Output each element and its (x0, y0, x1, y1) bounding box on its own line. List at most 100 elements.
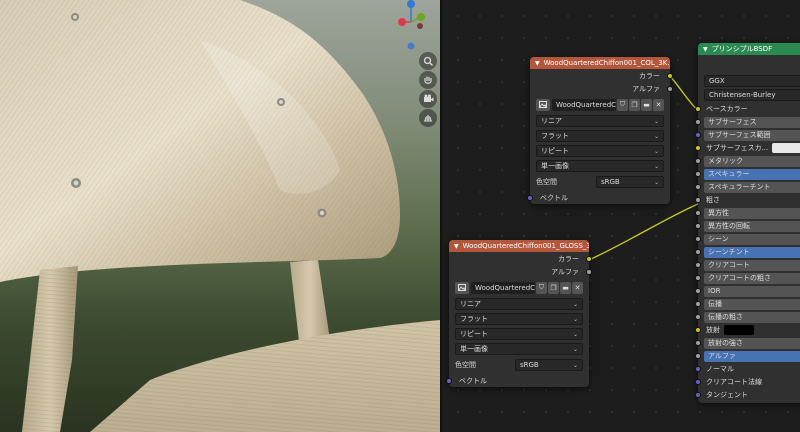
projection-dropdown[interactable]: フラット ⌄ (455, 313, 583, 325)
color-space-dropdown[interactable]: sRGB ⌄ (515, 359, 583, 371)
input-socket[interactable] (695, 223, 701, 229)
color-swatch[interactable] (724, 325, 754, 335)
input-socket[interactable] (695, 197, 701, 203)
bsdf-input-label: 伝播 (704, 298, 800, 310)
input-socket[interactable] (527, 194, 533, 201)
bsdf-input-row[interactable]: クリアコートの粗さ (695, 272, 800, 284)
image-selector[interactable]: WoodQuarteredC... ⛉ ❐ ▬ ✕ (455, 280, 583, 295)
interpolation-dropdown[interactable]: リニア ⌄ (455, 298, 583, 310)
bsdf-input-row[interactable]: 粗さ (695, 194, 800, 206)
input-socket[interactable] (695, 171, 701, 177)
node-header[interactable]: ▼ プリンシプルBSDF (698, 43, 800, 55)
projection-dropdown[interactable]: フラット ⌄ (536, 130, 664, 142)
input-socket[interactable] (695, 236, 701, 242)
open-folder-icon[interactable]: ▬ (560, 281, 571, 294)
input-socket[interactable] (695, 158, 701, 164)
subsurface-method-dropdown[interactable]: Christensen-Burley (704, 89, 800, 101)
input-socket[interactable] (695, 340, 701, 346)
shader-node-editor[interactable]: ▼ WoodQuarteredChiffon001_COL_3K.jpg カラー… (442, 0, 800, 432)
distribution-dropdown[interactable]: GGX (704, 75, 800, 87)
source-dropdown[interactable]: 単一画像 ⌄ (455, 343, 583, 355)
collapse-chevron-icon[interactable]: ▼ (535, 60, 540, 67)
node-header[interactable]: ▼ WoodQuarteredChiffon001_GLOSS_3K.j... (449, 240, 589, 252)
input-socket[interactable] (695, 262, 701, 268)
input-socket[interactable] (695, 184, 701, 190)
close-icon[interactable]: ✕ (572, 281, 583, 294)
source-dropdown[interactable]: 単一画像 ⌄ (536, 160, 664, 172)
output-socket[interactable] (667, 85, 673, 92)
color-space-dropdown[interactable]: sRGB ⌄ (596, 176, 664, 188)
close-icon[interactable]: ✕ (653, 98, 664, 111)
bsdf-input-row[interactable]: 異方性 (695, 207, 800, 219)
image-texture-node-color[interactable]: ▼ WoodQuarteredChiffon001_COL_3K.jpg カラー… (527, 57, 673, 204)
bsdf-input-row[interactable]: シーン (695, 233, 800, 245)
image-browse-icon[interactable] (455, 281, 469, 294)
image-name-field[interactable]: WoodQuarteredC... (471, 281, 535, 294)
open-folder-icon[interactable]: ▬ (641, 98, 652, 111)
bsdf-input-row[interactable]: タンジェント (695, 389, 800, 401)
input-socket[interactable] (695, 288, 701, 294)
bsdf-input-row[interactable]: 異方性の回転 (695, 220, 800, 232)
input-socket[interactable] (695, 379, 701, 385)
extension-dropdown[interactable]: リピート ⌄ (536, 145, 664, 157)
image-name-field[interactable]: WoodQuarteredC... (552, 98, 616, 111)
collapse-chevron-icon[interactable]: ▼ (454, 243, 459, 250)
bsdf-input-row[interactable]: スペキュラーチント (695, 181, 800, 193)
input-socket[interactable] (695, 314, 701, 320)
input-socket[interactable] (446, 377, 452, 384)
bsdf-input-row[interactable]: IOR (695, 285, 800, 297)
zoom-icon[interactable] (419, 52, 437, 70)
input-socket[interactable] (695, 275, 701, 281)
fake-user-shield-icon[interactable]: ⛉ (536, 281, 547, 294)
input-socket[interactable] (695, 106, 701, 112)
bsdf-input-row[interactable]: クリアコート法線 (695, 376, 800, 388)
output-socket[interactable] (586, 268, 592, 275)
input-socket[interactable] (695, 249, 701, 255)
bsdf-input-row[interactable]: ベースカラー (695, 103, 800, 115)
input-socket[interactable] (695, 353, 701, 359)
bsdf-input-label: シーン (704, 233, 800, 245)
node-header[interactable]: ▼ WoodQuarteredChiffon001_COL_3K.jpg (530, 57, 670, 69)
bsdf-input-row[interactable]: 放射の強さ (695, 337, 800, 349)
input-socket[interactable] (695, 132, 701, 138)
output-socket[interactable] (667, 72, 673, 79)
bsdf-input-row[interactable]: シーンチント (695, 246, 800, 258)
bsdf-input-row[interactable]: 放射 (695, 324, 800, 336)
image-browse-icon[interactable] (536, 98, 550, 111)
extension-dropdown[interactable]: リピート ⌄ (455, 328, 583, 340)
overlay-toggle-icon[interactable] (430, 10, 436, 20)
hand-pan-icon[interactable] (419, 71, 437, 89)
3d-viewport[interactable] (0, 0, 440, 432)
duplicate-icon[interactable]: ❐ (548, 281, 559, 294)
bsdf-input-row[interactable]: スペキュラー (695, 168, 800, 180)
bsdf-input-row[interactable]: ノーマル (695, 363, 800, 375)
input-socket[interactable] (695, 366, 701, 372)
bsdf-input-row[interactable]: クリアコート (695, 259, 800, 271)
bsdf-input-label: 異方性の回転 (704, 220, 800, 232)
grid-icon[interactable] (419, 109, 437, 127)
input-socket[interactable] (695, 210, 701, 216)
bsdf-input-row[interactable]: サブサーフェスカ... (695, 142, 800, 154)
bsdf-input-row[interactable]: 伝播の粗さ (695, 311, 800, 323)
fake-user-shield-icon[interactable]: ⛉ (617, 98, 628, 111)
input-socket[interactable] (695, 145, 701, 151)
navigation-gizmo[interactable] (395, 0, 435, 52)
image-selector[interactable]: WoodQuarteredC... ⛉ ❐ ▬ ✕ (536, 97, 664, 112)
interpolation-dropdown[interactable]: リニア ⌄ (536, 115, 664, 127)
input-socket[interactable] (695, 119, 701, 125)
input-socket[interactable] (695, 392, 701, 398)
color-swatch[interactable] (772, 143, 800, 153)
principled-bsdf-node[interactable]: ▼ プリンシプルBSDF GGX Christensen-Burley ベースカ… (695, 43, 800, 403)
input-socket[interactable] (695, 327, 701, 333)
image-texture-node-gloss[interactable]: ▼ WoodQuarteredChiffon001_GLOSS_3K.j... … (446, 240, 592, 387)
bsdf-input-row[interactable]: サブサーフェス範囲 (695, 129, 800, 141)
collapse-chevron-icon[interactable]: ▼ (703, 46, 708, 53)
bsdf-input-row[interactable]: サブサーフェス (695, 116, 800, 128)
input-socket[interactable] (695, 301, 701, 307)
camera-icon[interactable] (419, 90, 437, 108)
bsdf-input-row[interactable]: アルファ (695, 350, 800, 362)
duplicate-icon[interactable]: ❐ (629, 98, 640, 111)
output-socket[interactable] (586, 255, 592, 262)
bsdf-input-row[interactable]: メタリック (695, 155, 800, 167)
bsdf-input-row[interactable]: 伝播 (695, 298, 800, 310)
